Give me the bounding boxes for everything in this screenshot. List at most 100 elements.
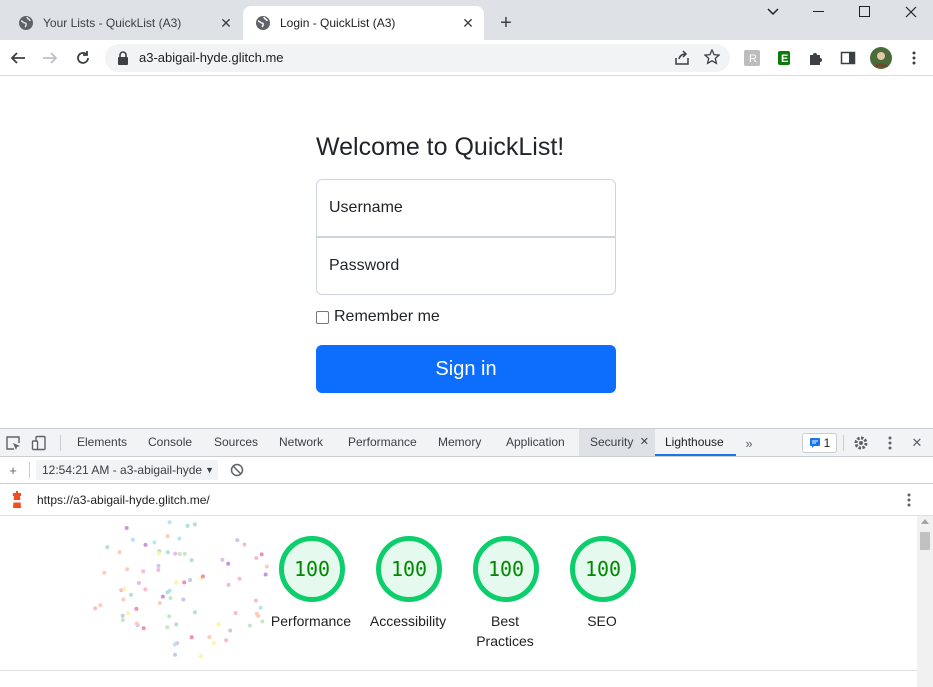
new-tab-button[interactable]: + [494,11,518,35]
page-title: Welcome to QuickList! [316,133,565,161]
confetti-dot [216,622,221,627]
tab-login[interactable]: Login - QuickList (A3) ✕ [243,6,484,40]
maximize-button[interactable] [842,0,888,24]
confetti-dot [264,564,269,569]
confetti-dot [258,605,263,610]
share-icon[interactable] [674,50,690,66]
report-selector[interactable]: 12:54:21 AM - a3-abigail-hyde ▼ [36,460,218,480]
devtools-tab-performance[interactable]: Performance [348,429,417,456]
confetti-dot [136,581,141,585]
back-button[interactable] [6,46,30,70]
minimize-button[interactable] [796,0,842,24]
new-report-plus-icon[interactable]: + [4,461,22,479]
confetti-dot [172,642,177,647]
confetti-dot [200,574,205,579]
remember-me[interactable]: Remember me [316,308,440,326]
report-url-bar: https://a3-abigail-hyde.glitch.me/ [0,484,933,516]
confetti-dot [228,628,233,633]
devtools-tab-lighthouse[interactable]: Lighthouse [655,429,736,456]
close-tab-icon[interactable]: ✕ [460,15,476,31]
devtools-menu-icon[interactable] [881,434,899,452]
confetti-dot [168,596,173,600]
username-field[interactable] [316,179,616,237]
accessibility-gauge[interactable]: 100 [376,536,442,602]
confetti-dot [165,590,170,595]
scrollbar-thumb[interactable] [920,532,930,550]
close-tab-icon[interactable]: ✕ [218,15,234,31]
close-tab-icon[interactable]: ✕ [640,429,649,456]
bookmark-star-icon[interactable] [704,49,720,65]
confetti-dot [165,550,170,555]
password-input[interactable] [317,238,615,294]
tab-your-lists[interactable]: Your Lists - QuickList (A3) ✕ [6,6,242,40]
inspect-element-icon[interactable] [4,434,22,452]
settings-gear-icon[interactable] [852,434,870,452]
devtools-tab-console[interactable]: Console [148,429,192,456]
performance-gauge[interactable]: 100 [279,536,345,602]
more-tabs-chevron-icon[interactable]: » [740,434,758,452]
confetti-dot [93,606,98,611]
devtools-tab-application[interactable]: Application [506,429,565,456]
confetti-decoration [93,520,269,659]
extensions-puzzle-icon[interactable] [808,50,824,66]
divider [0,670,917,671]
best-practices-gauge[interactable]: 100 [473,536,539,602]
tab-title: Login - QuickList (A3) [280,16,396,30]
globe-icon [256,16,270,30]
message-icon [809,438,820,448]
forward-button[interactable] [38,46,62,70]
confetti-dot [174,580,179,585]
confetti-dot [167,614,172,619]
confetti-dot [189,635,194,640]
confetti-dot [235,538,240,543]
confetti-dot [182,580,187,585]
side-panel-icon[interactable] [840,50,856,66]
sign-in-button[interactable]: Sign in [316,345,616,393]
confetti-dot [124,526,129,530]
confetti-dot [167,520,172,525]
browser-toolbar: a3-abigail-hyde.glitch.me R E [0,40,933,76]
confetti-dot [98,603,103,608]
profile-avatar[interactable] [870,47,892,69]
password-field[interactable] [316,237,616,295]
browser-menu-icon[interactable] [906,50,922,66]
extension-r-icon[interactable]: R [744,50,760,66]
confetti-dot [226,582,231,587]
devtools-tab-security[interactable]: Security ✕ [579,429,655,456]
score-label: Best Practices [476,613,534,649]
confetti-dot [129,592,133,597]
confetti-dot [173,551,178,556]
username-input[interactable] [317,180,615,236]
tab-title: Your Lists - QuickList (A3) [43,16,182,30]
address-bar[interactable]: a3-abigail-hyde.glitch.me [105,44,730,72]
close-devtools-icon[interactable]: ✕ [908,434,926,452]
tab-strip: Your Lists - QuickList (A3) ✕ Login - Qu… [0,0,933,40]
confetti-dot [126,611,131,616]
device-toolbar-icon[interactable] [30,434,48,452]
confetti-dot [233,611,238,615]
score-label: Performance [270,613,352,629]
confetti-dot [224,638,229,643]
extension-e-icon[interactable]: E [776,50,792,66]
close-window-button[interactable] [888,0,933,24]
lighthouse-icon [13,491,21,508]
remember-me-checkbox[interactable] [316,310,329,324]
report-menu-icon[interactable] [900,491,918,509]
report-selector-value: 12:54:21 AM - a3-abigail-hyde [42,463,203,477]
lock-icon[interactable] [117,51,129,65]
page-content: Welcome to QuickList! Remember me Sign i… [0,77,933,428]
devtools-tab-elements[interactable]: Elements [77,429,127,456]
confetti-dot [189,558,194,563]
devtools-tab-network[interactable]: Network [279,429,323,456]
reload-button[interactable] [71,46,95,70]
scrollbar[interactable] [917,516,933,687]
tab-search-icon[interactable] [750,0,796,24]
score-value: 100 [390,557,428,581]
clear-reports-icon[interactable] [228,461,246,479]
report-url: https://a3-abigail-hyde.glitch.me/ [37,493,210,507]
issues-badge[interactable]: 1 [802,433,837,453]
seo-gauge[interactable]: 100 [570,536,636,602]
score-value: 100 [487,557,525,581]
devtools-tab-sources[interactable]: Sources [214,429,258,456]
devtools-tab-memory[interactable]: Memory [438,429,481,456]
